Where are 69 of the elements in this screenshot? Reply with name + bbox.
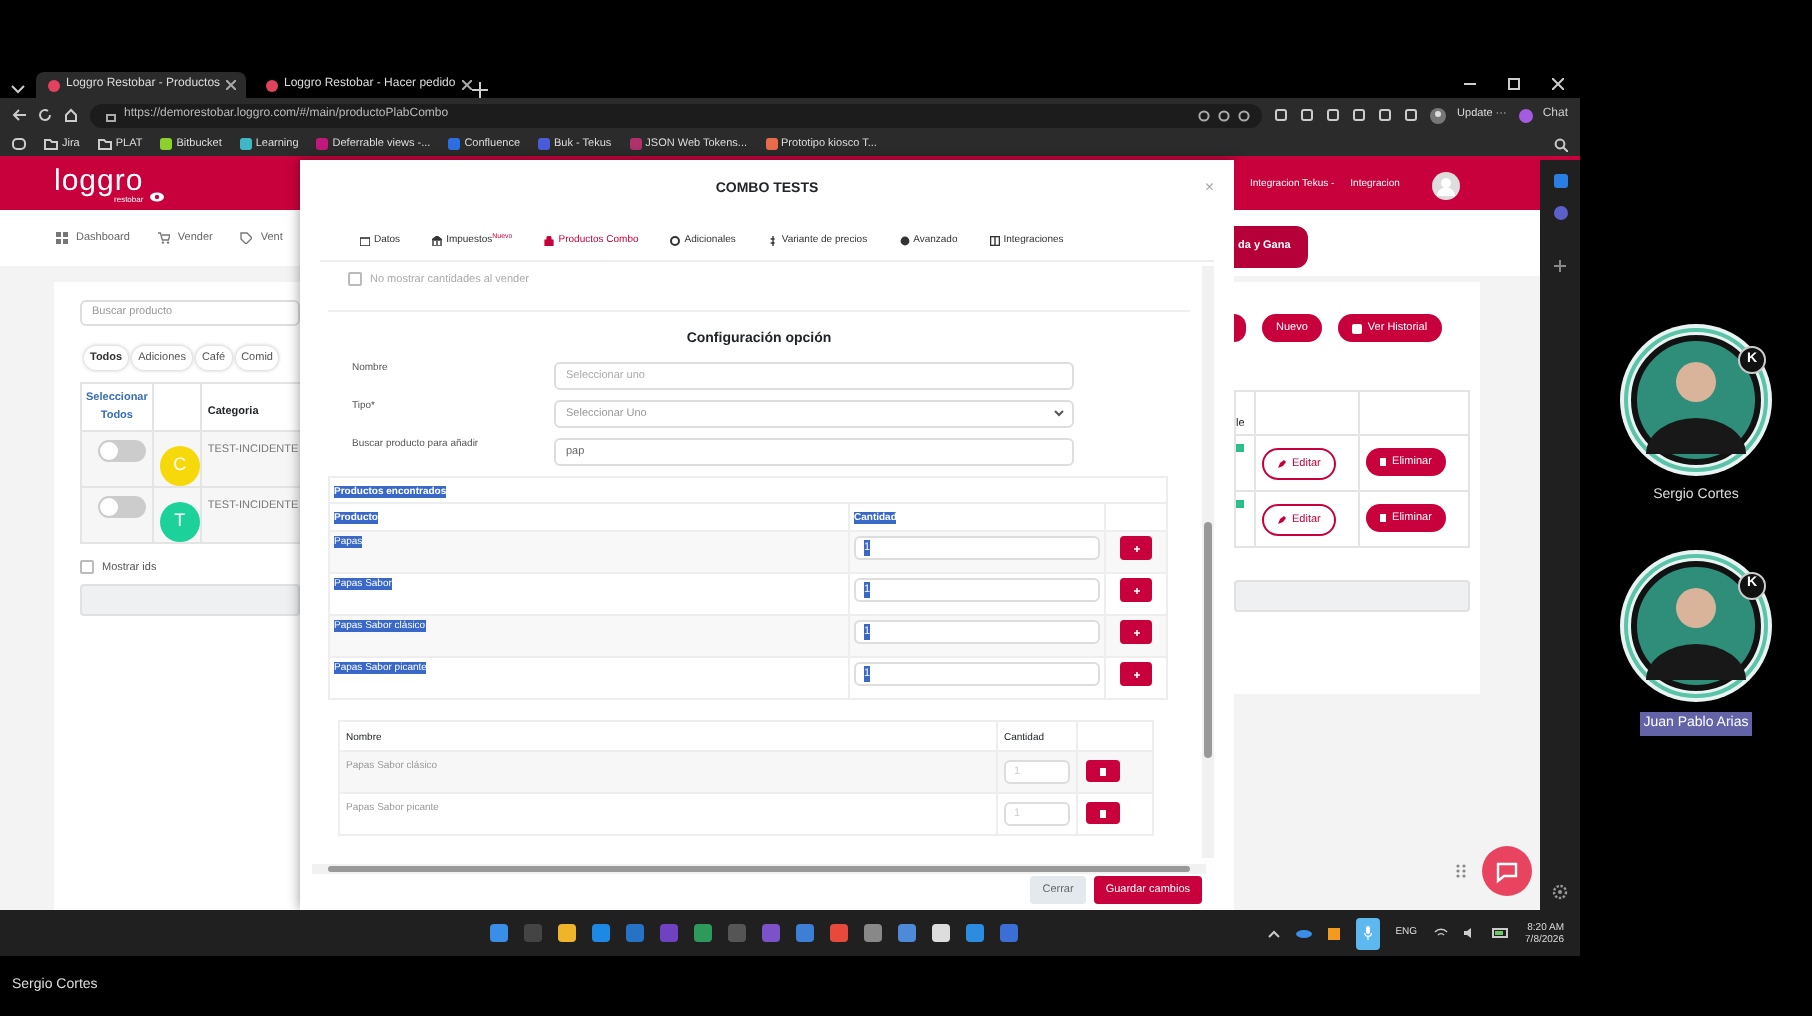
site-icon xyxy=(266,79,278,91)
history-icon xyxy=(1351,323,1362,333)
wifi-icon[interactable] xyxy=(1433,928,1448,938)
search-icon[interactable] xyxy=(1554,137,1568,151)
bookmarks-icon[interactable] xyxy=(12,138,26,150)
trash-icon xyxy=(1100,767,1106,776)
home-icon[interactable] xyxy=(64,108,78,122)
delete-button[interactable] xyxy=(1086,760,1120,783)
status-icon xyxy=(1236,444,1244,452)
grid-icon xyxy=(56,232,68,244)
copilot-icon[interactable] xyxy=(1518,107,1535,123)
plus-icon xyxy=(1133,671,1139,678)
add-button[interactable] xyxy=(1120,536,1152,561)
close-icon[interactable] xyxy=(1552,78,1564,90)
microphone-icon xyxy=(1363,926,1372,940)
tag-icon xyxy=(240,232,253,244)
teams-icon[interactable] xyxy=(1553,206,1567,220)
toggle-switch[interactable] xyxy=(98,495,146,518)
id-card-icon xyxy=(360,236,370,246)
start-icon[interactable] xyxy=(490,924,508,942)
back-icon[interactable] xyxy=(12,108,26,122)
status-icon xyxy=(1236,500,1244,508)
filter-button[interactable] xyxy=(1234,314,1246,342)
folder-icon xyxy=(97,138,112,150)
chevron-up-icon[interactable] xyxy=(1267,929,1280,937)
chat-button-icon[interactable] xyxy=(1482,846,1532,896)
cloud-icon[interactable] xyxy=(1295,928,1312,938)
category-avatar: T xyxy=(159,501,200,542)
table-icon xyxy=(989,236,1000,246)
toggle-switch[interactable] xyxy=(98,439,146,462)
add-icon[interactable] xyxy=(1554,260,1566,272)
trash-icon xyxy=(1380,458,1387,467)
pencil-icon xyxy=(1278,516,1286,525)
trash-icon xyxy=(1100,809,1106,818)
microphone-button[interactable] xyxy=(1355,917,1380,949)
bank-icon xyxy=(432,236,443,246)
category-avatar: C xyxy=(159,445,200,486)
close-icon[interactable] xyxy=(461,80,472,90)
checkbox[interactable] xyxy=(348,272,362,287)
delete-button[interactable] xyxy=(1086,802,1120,825)
dollar-icon xyxy=(767,236,778,246)
battery-icon[interactable] xyxy=(1491,928,1510,938)
app-icon[interactable] xyxy=(1327,927,1340,939)
plus-icon xyxy=(1133,629,1139,636)
chevron-down-icon xyxy=(1054,410,1064,419)
user-avatar-icon[interactable] xyxy=(1431,171,1460,199)
trash-icon xyxy=(1380,514,1387,523)
outlook-icon[interactable] xyxy=(1553,174,1567,188)
close-icon[interactable] xyxy=(226,80,237,90)
restore-icon[interactable] xyxy=(1508,78,1520,90)
profile-avatar-icon[interactable] xyxy=(1429,107,1446,123)
cart-icon xyxy=(157,232,170,244)
site-icon xyxy=(48,79,60,91)
add-button[interactable] xyxy=(1120,578,1152,603)
lock-icon xyxy=(106,109,116,121)
eye-icon xyxy=(149,192,164,202)
settings-icon[interactable] xyxy=(1552,884,1568,900)
minimize-icon[interactable] xyxy=(1464,78,1476,90)
plus-icon xyxy=(1133,587,1139,594)
folder-icon xyxy=(44,138,58,150)
drag-handle-icon[interactable] xyxy=(1456,864,1466,878)
add-button[interactable] xyxy=(1120,620,1152,645)
pencil-icon xyxy=(1278,460,1286,469)
new-tab-icon[interactable] xyxy=(472,82,488,98)
plus-icon xyxy=(1133,545,1139,552)
bag-icon xyxy=(544,236,555,246)
add-button[interactable] xyxy=(1120,662,1152,687)
checkbox[interactable] xyxy=(80,560,94,575)
speaker-icon[interactable] xyxy=(1463,928,1476,938)
